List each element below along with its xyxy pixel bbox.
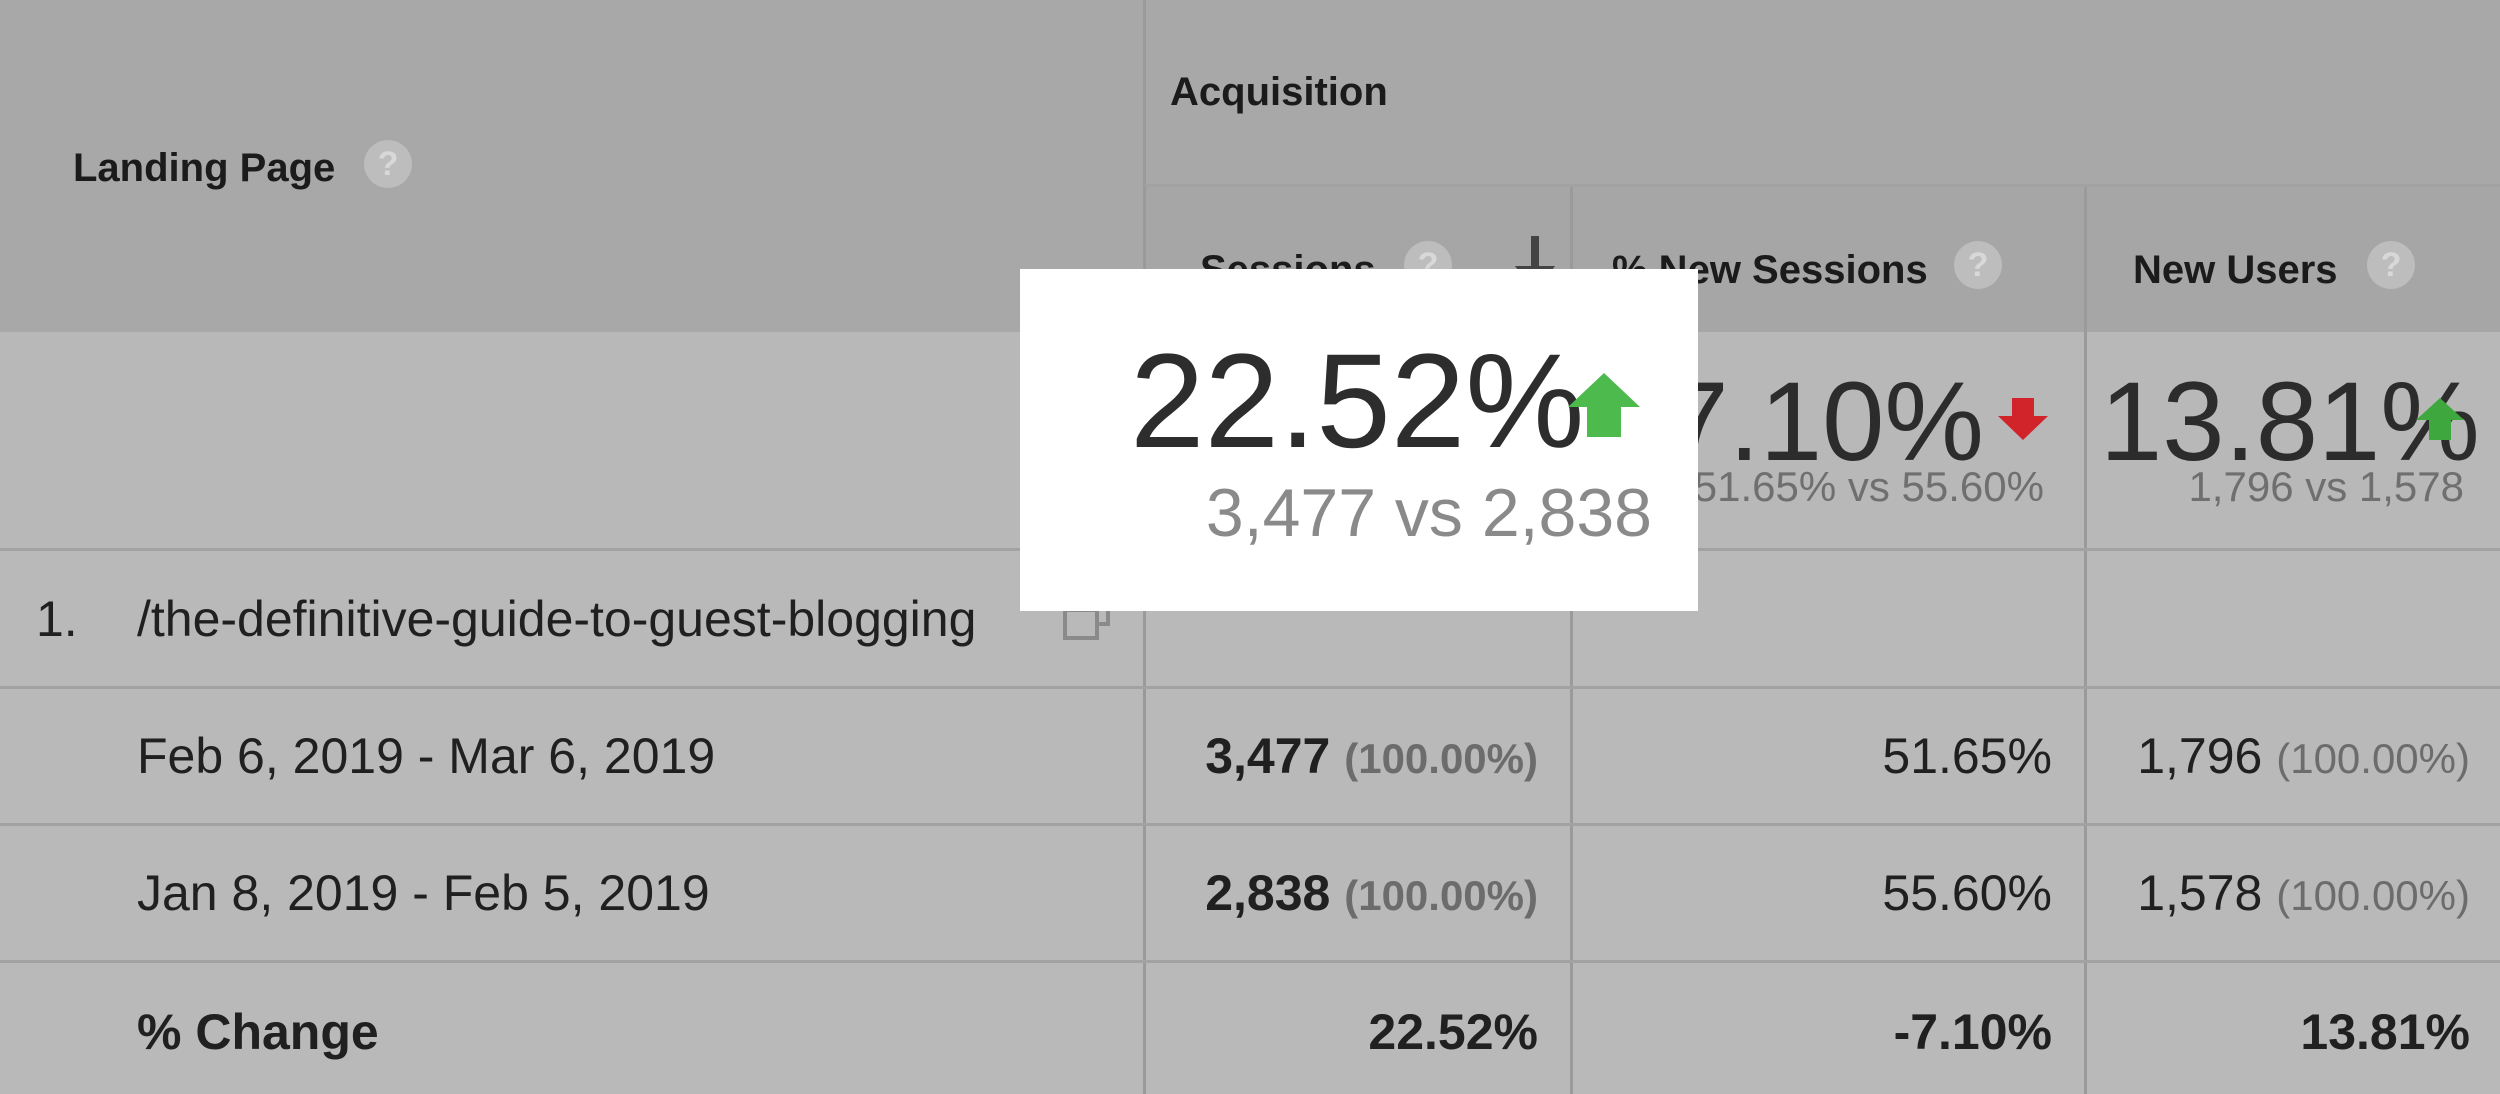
new-users-percent: (100.00%) bbox=[2276, 872, 2470, 919]
sessions-cell: 2,838 (100.00%) bbox=[1150, 868, 1538, 918]
new-users-value: 1,796 bbox=[2137, 728, 2263, 784]
new-sessions-cell: 51.65% bbox=[1882, 728, 2052, 784]
sessions-percent: (100.00%) bbox=[1344, 735, 1538, 782]
popup-compare: 3,477 vs 2,838 bbox=[1205, 475, 1652, 551]
sessions-cell: 3,477 (100.00%) bbox=[1150, 731, 1538, 781]
landing-page-link[interactable]: /the-definitive-guide-to-guest-blogging bbox=[137, 594, 976, 644]
arrow-up-icon bbox=[1568, 373, 1640, 437]
sessions-value: 2,838 bbox=[1205, 865, 1331, 921]
acquisition-header: Acquisition bbox=[1170, 70, 1388, 114]
new-sessions-cell: 55.60% bbox=[1882, 865, 2052, 921]
sessions-change-cell: 22.52% bbox=[1368, 1004, 1538, 1060]
row-divider bbox=[0, 960, 2500, 963]
arrow-up-icon bbox=[2416, 398, 2464, 440]
popup-change-value: 22.52% bbox=[1130, 327, 1585, 476]
sessions-percent: (100.00%) bbox=[1344, 872, 1538, 919]
new-users-change-cell: 13.81% bbox=[2300, 1004, 2470, 1060]
row-divider bbox=[0, 686, 2500, 689]
sessions-value: 3,477 bbox=[1205, 728, 1331, 784]
new-users-compare: 1,796 vs 1,578 bbox=[2188, 463, 2464, 510]
percent-change-label: % Change bbox=[137, 1004, 379, 1060]
date-range-previous: Jan 8, 2019 - Feb 5, 2019 bbox=[137, 865, 710, 921]
new-users-percent: (100.00%) bbox=[2276, 735, 2470, 782]
help-icon[interactable]: ? bbox=[2367, 241, 2415, 289]
help-icon[interactable]: ? bbox=[1954, 241, 2002, 289]
new-users-change-value: 13.81% bbox=[2100, 359, 2480, 484]
new-users-cell: 1,578 (100.00%) bbox=[2094, 868, 2470, 918]
row-index: 1. bbox=[36, 591, 78, 647]
row-divider bbox=[1145, 184, 2500, 187]
new-users-value: 1,578 bbox=[2137, 865, 2263, 921]
row-divider bbox=[0, 823, 2500, 826]
help-icon[interactable]: ? bbox=[364, 140, 412, 188]
date-range-current: Feb 6, 2019 - Mar 6, 2019 bbox=[137, 728, 716, 784]
landing-page-header[interactable]: Landing Page bbox=[73, 146, 335, 191]
new-users-column-header[interactable]: New Users bbox=[2133, 248, 2338, 293]
column-divider bbox=[2084, 187, 2087, 1094]
arrow-down-icon bbox=[1998, 398, 2048, 440]
new-users-cell: 1,796 (100.00%) bbox=[2094, 731, 2470, 781]
sessions-highlight-card: 22.52% 3,477 vs 2,838 bbox=[1020, 269, 1698, 611]
new-sessions-change-cell: -7.10% bbox=[1893, 1004, 2052, 1060]
